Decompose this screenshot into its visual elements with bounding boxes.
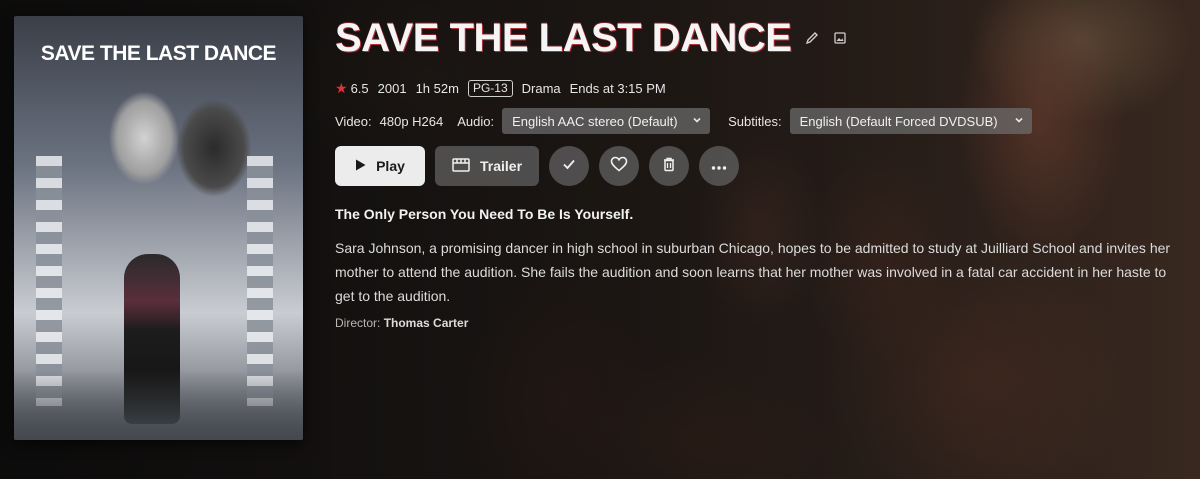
film-icon [452, 157, 470, 176]
audio-label: Audio: [457, 113, 495, 129]
play-button[interactable]: Play [335, 146, 425, 186]
poster-pillar-right [247, 156, 273, 406]
heart-icon [610, 156, 628, 177]
audio-select-value: English AAC stereo (Default) [512, 113, 678, 129]
star-icon: ★ [335, 79, 348, 96]
poster-faces [74, 68, 274, 228]
check-icon [561, 156, 577, 177]
meta-row: ★ 6.5 2001 1h 52m PG-13 Drama Ends at 3:… [335, 78, 1185, 98]
genre: Drama [521, 80, 561, 96]
ends-at: Ends at 3:15 PM [569, 80, 666, 96]
director-name[interactable]: Thomas Carter [384, 316, 469, 330]
poster-floor [14, 370, 303, 440]
more-icon [711, 157, 727, 175]
details-panel: SAVE THE LAST DANCE ★ 6.5 2001 1h 52m PG… [335, 14, 1185, 330]
subtitles-select-value: English (Default Forced DVDSUB) [799, 113, 998, 129]
poster-pillar-left [36, 156, 62, 406]
overview: Sara Johnson, a promising dancer in high… [335, 240, 1171, 304]
movie-poster[interactable]: SAVE THE LAST DANCE [14, 16, 303, 440]
community-rating: 6.5 [350, 80, 369, 96]
trash-icon [661, 156, 677, 177]
favorite-button[interactable] [599, 146, 639, 186]
mark-played-button[interactable] [549, 146, 589, 186]
title-row: SAVE THE LAST DANCE [335, 14, 1185, 62]
action-buttons: Play Trailer [335, 146, 1185, 186]
image-icon[interactable] [831, 29, 849, 47]
more-options-button[interactable] [699, 146, 739, 186]
edit-icon[interactable] [803, 29, 821, 47]
movie-title: SAVE THE LAST DANCE [335, 16, 792, 60]
director-row: Director: Thomas Carter [335, 316, 1185, 330]
tagline: The Only Person You Need To Be Is Yourse… [335, 206, 634, 222]
poster-title: SAVE THE LAST DANCE [40, 42, 277, 65]
video-label: Video: [335, 113, 372, 129]
trailer-button-label: Trailer [479, 158, 523, 174]
audio-select[interactable]: English AAC stereo (Default) [502, 108, 711, 134]
chevron-down-icon [1014, 115, 1024, 128]
play-button-label: Play [376, 158, 405, 174]
media-info-row: Video: 480p H264 Audio: English AAC ster… [335, 108, 1185, 134]
director-label: Director: [335, 316, 381, 330]
subtitles-select[interactable]: English (Default Forced DVDSUB) [789, 108, 1032, 134]
chevron-down-icon [692, 115, 702, 128]
release-year: 2001 [377, 80, 407, 96]
subtitles-label: Subtitles: [728, 113, 782, 129]
content-rating-badge: PG-13 [467, 79, 513, 97]
trailer-button[interactable]: Trailer [435, 146, 539, 186]
play-icon [355, 158, 366, 174]
runtime: 1h 52m [415, 80, 459, 96]
delete-button[interactable] [649, 146, 689, 186]
video-value: 480p H264 [379, 113, 444, 129]
